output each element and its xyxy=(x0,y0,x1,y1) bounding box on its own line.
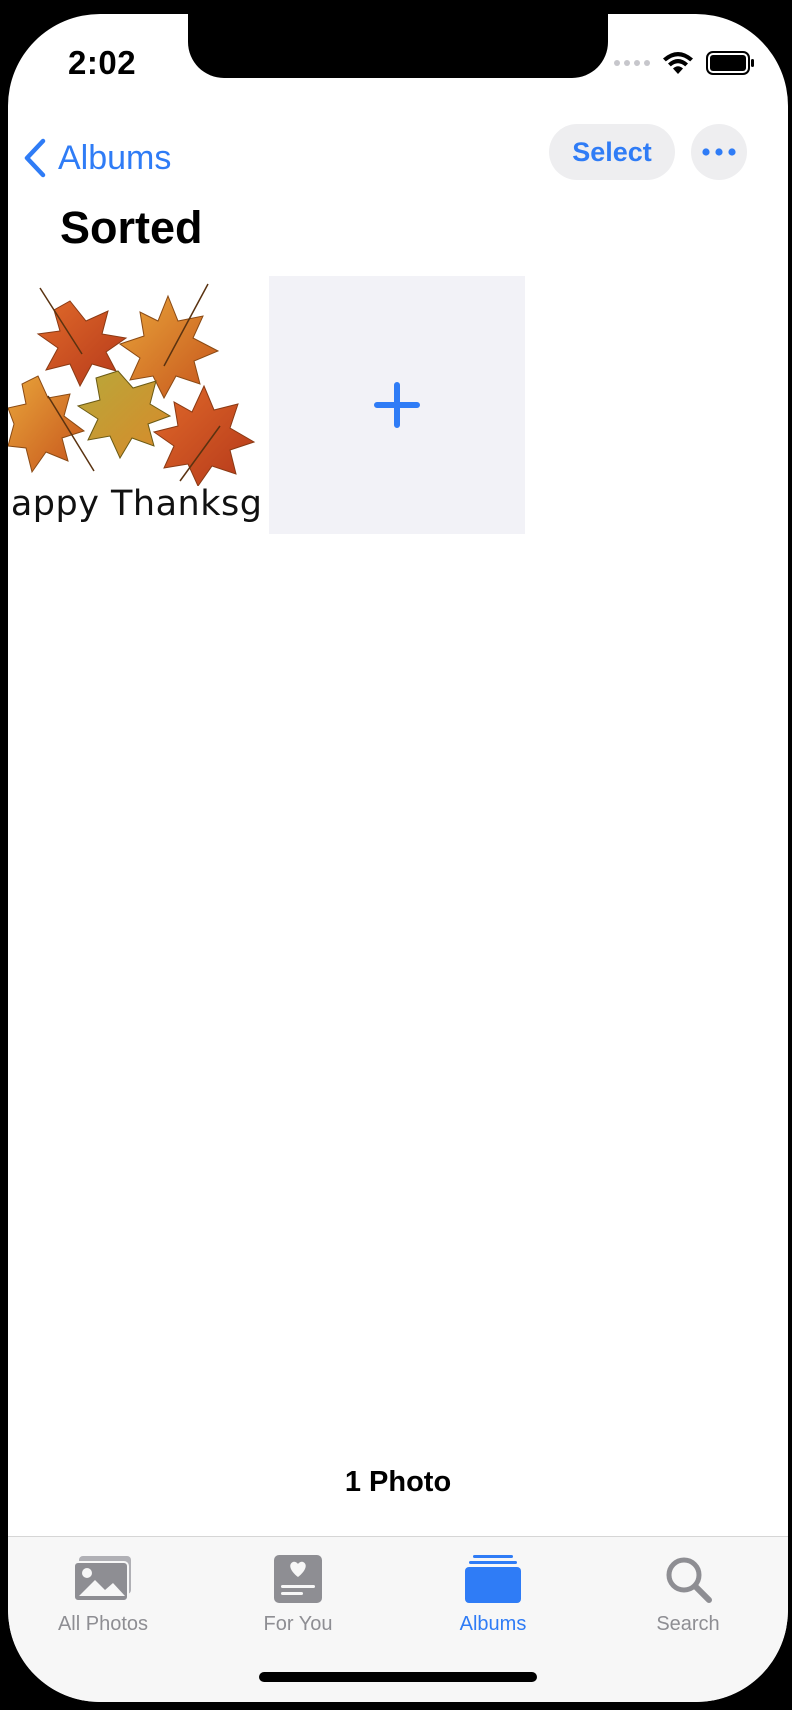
photo-icon xyxy=(73,1556,131,1602)
home-indicator[interactable] xyxy=(259,1672,537,1682)
battery-icon xyxy=(706,51,754,75)
search-icon xyxy=(666,1557,712,1603)
albums-icon xyxy=(465,1555,521,1603)
chevron-left-icon xyxy=(24,138,46,178)
tab-for-you[interactable]: For You xyxy=(203,1551,393,1636)
page-title: Sorted xyxy=(60,202,203,253)
photo-caption-text: Happy Thanksgiving xyxy=(8,484,264,524)
more-button[interactable] xyxy=(691,124,747,180)
tab-search[interactable]: Search xyxy=(593,1551,783,1636)
cellular-signal-icon xyxy=(614,60,650,66)
status-time: 2:02 xyxy=(68,44,137,81)
tab-label: For You xyxy=(263,1613,333,1635)
tab-albums[interactable]: Albums xyxy=(398,1551,588,1636)
add-photo-button[interactable] xyxy=(269,276,525,534)
photo-thumbnail[interactable]: Happy Thanksgiving xyxy=(8,276,264,534)
plus-icon xyxy=(374,382,420,428)
status-icons xyxy=(614,48,756,78)
screen: 2:02 Albums Select Sorted appy Thanksg 1… xyxy=(8,14,788,1702)
back-button[interactable]: Albums xyxy=(22,130,171,186)
tab-label: Search xyxy=(656,1613,720,1635)
notch xyxy=(188,14,608,78)
tab-label: All Photos xyxy=(57,1613,149,1635)
tab-all-photos[interactable]: All Photos xyxy=(8,1551,198,1636)
photo-count: 1 Photo xyxy=(344,1466,452,1498)
back-button-label: Albums xyxy=(58,138,172,177)
wifi-icon xyxy=(663,52,693,74)
for-you-icon xyxy=(274,1555,322,1603)
ellipsis-icon xyxy=(702,148,736,156)
autumn-leaves-image xyxy=(8,283,256,488)
tab-label: Albums xyxy=(459,1613,527,1635)
select-button[interactable]: Select xyxy=(549,124,675,180)
